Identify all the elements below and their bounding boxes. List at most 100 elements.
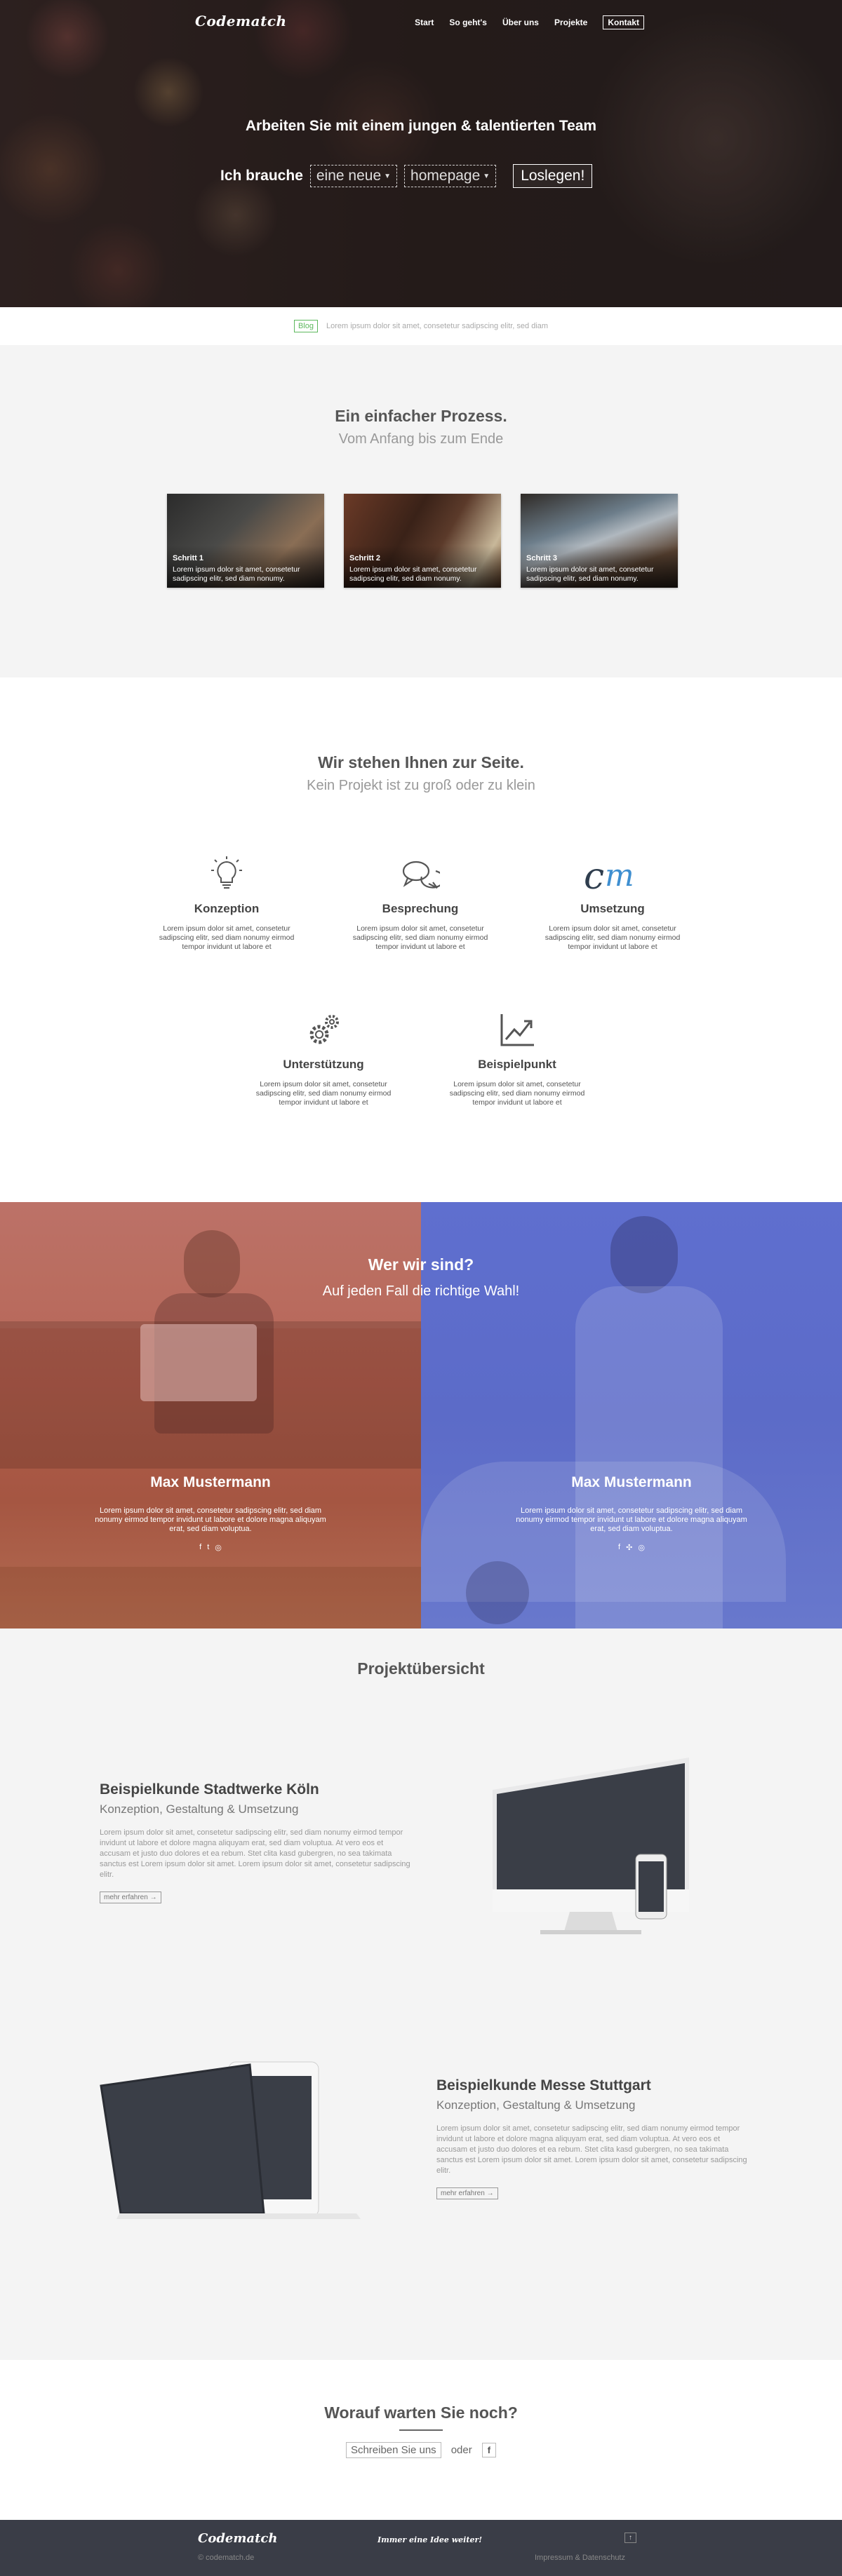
product-select[interactable]: homepage ▼ (404, 165, 497, 187)
service-item: Besprechung Lorem ipsum dolor sit amet, … (340, 854, 501, 952)
chat-bubbles-icon (340, 854, 501, 895)
services-subtitle: Kein Projekt ist zu groß oder zu klein (307, 778, 535, 793)
nav-so-gehts[interactable]: So geht's (449, 18, 487, 27)
service-title: Beispielpunkt (478, 1058, 556, 1071)
nav-kontakt[interactable]: Kontakt (603, 15, 644, 29)
divider (399, 2429, 443, 2431)
service-item: c m Umsetzung Lorem ipsum dolor sit amet… (532, 854, 693, 952)
footer-copyright: © codematch.de (198, 2554, 255, 2562)
service-text: Lorem ipsum dolor sit amet, consetetur s… (449, 1080, 585, 1107)
logo[interactable]: Codematch (195, 13, 287, 29)
facebook-icon[interactable]: f (199, 1543, 201, 1552)
desktop-phone-mockup (493, 1758, 689, 1934)
process-title: Ein einfacher Prozess. (335, 407, 507, 425)
dribbble-icon[interactable]: ◎ (638, 1543, 645, 1552)
contact-button[interactable]: Schreiben Sie uns (345, 2442, 441, 2458)
more-link[interactable]: mehr erfahren → (436, 2187, 498, 2199)
dribbble-icon[interactable]: ◎ (215, 1543, 222, 1552)
member-text: Lorem ipsum dolor sit amet, consetetur s… (95, 1506, 326, 1533)
service-title: Unterstützung (283, 1058, 364, 1071)
product-select-value: homepage (410, 168, 481, 184)
start-button[interactable]: Loslegen! (513, 164, 593, 188)
member-name: Max Mustermann (571, 1474, 692, 1490)
lightbulb-icon (146, 854, 307, 895)
project-subtitle: Konzeption, Gestaltung & Umsetzung (436, 2098, 636, 2112)
cta-or: oder (450, 2444, 472, 2456)
svg-text:m: m (605, 858, 634, 893)
cm-logo-icon: c m (532, 854, 693, 895)
cta-title: Worauf warten Sie noch? (324, 2403, 518, 2422)
xing-icon[interactable]: ✣ (626, 1543, 632, 1552)
service-text: Lorem ipsum dolor sit amet, consetetur s… (159, 924, 295, 951)
process-card[interactable]: Schritt 2 Lorem ipsum dolor sit amet, co… (344, 494, 501, 588)
chart-up-icon (436, 1010, 598, 1051)
service-item: Konzeption Lorem ipsum dolor sit amet, c… (146, 854, 307, 952)
hero-label: Ich brauche (220, 168, 303, 184)
member-text: Lorem ipsum dolor sit amet, consetetur s… (516, 1506, 747, 1533)
blog-teaser[interactable]: Lorem ipsum dolor sit amet, consetetur s… (326, 322, 548, 330)
service-title: Umsetzung (580, 902, 645, 915)
member-social: f t ◎ (0, 1543, 421, 1552)
card-text: Lorem ipsum dolor sit amet, consetetur s… (349, 565, 477, 583)
services-section: Wir stehen Ihnen zur Seite. Kein Projekt… (0, 677, 842, 1202)
project-title: Beispielkunde Stadtwerke Köln (100, 1781, 319, 1798)
footer-legal-link[interactable]: Impressum & Datenschutz (535, 2554, 625, 2562)
back-to-top-icon[interactable]: ↑ (624, 2533, 636, 2543)
project-text: Lorem ipsum dolor sit amet, consetetur s… (100, 1828, 410, 1879)
project-title: Beispielkunde Messe Stuttgart (436, 2077, 651, 2093)
project-subtitle: Konzeption, Gestaltung & Umsetzung (100, 1802, 299, 1816)
nav-projekte[interactable]: Projekte (554, 18, 587, 27)
more-link[interactable]: mehr erfahren → (100, 1891, 161, 1903)
gears-icon (243, 1010, 404, 1051)
footer-tagline: Immer eine Idee weiter! (377, 2535, 483, 2544)
service-title: Konzeption (194, 902, 260, 915)
hero-form: Ich brauche eine neue ▼ homepage ▼ Losle… (220, 164, 593, 188)
nav-start[interactable]: Start (415, 18, 434, 27)
hero-title: Arbeiten Sie mit einem jungen & talentie… (245, 118, 597, 134)
team-section: Wer wir sind? Auf jeden Fall die richtig… (0, 1202, 842, 1628)
process-section: Ein einfacher Prozess. Vom Anfang bis zu… (0, 345, 842, 677)
chevron-down-icon: ▼ (483, 172, 490, 180)
project-text: Lorem ipsum dolor sit amet, consetetur s… (436, 2124, 747, 2175)
team-title: Wer wir sind? (368, 1255, 474, 1274)
projects-section: Projektübersicht Beispielkunde Stadtwerk… (0, 1628, 842, 2360)
card-title: Schritt 2 (349, 554, 381, 562)
nav-ueber-uns[interactable]: Über uns (502, 18, 539, 27)
facebook-icon[interactable]: f (481, 2443, 497, 2457)
blog-strip: Blog Lorem ipsum dolor sit amet, consete… (0, 307, 842, 345)
project-item: Beispielkunde Stadtwerke Köln Konzeption… (100, 1781, 415, 1903)
hero-section: Codematch Start So geht's Über uns Proje… (0, 0, 842, 307)
service-item: Unterstützung Lorem ipsum dolor sit amet… (243, 1010, 404, 1107)
team-subtitle: Auf jeden Fall die richtige Wahl! (322, 1283, 520, 1299)
process-card[interactable]: Schritt 1 Lorem ipsum dolor sit amet, co… (167, 494, 324, 588)
cta-section: Worauf warten Sie noch? Schreiben Sie un… (0, 2360, 842, 2520)
chevron-down-icon: ▼ (384, 172, 392, 180)
blog-badge[interactable]: Blog (293, 320, 318, 332)
card-text: Lorem ipsum dolor sit amet, consetetur s… (526, 565, 654, 583)
laptop-tablet-mockup (100, 2061, 361, 2219)
service-text: Lorem ipsum dolor sit amet, consetetur s… (255, 1080, 392, 1107)
member-name: Max Mustermann (150, 1474, 271, 1490)
main-nav: Start So geht's Über uns Projekte Kontak… (415, 15, 644, 29)
services-title: Wir stehen Ihnen zur Seite. (318, 753, 524, 771)
footer: Codematch © codematch.de Immer eine Idee… (0, 2520, 842, 2576)
process-card[interactable]: Schritt 3 Lorem ipsum dolor sit amet, co… (521, 494, 678, 588)
card-text: Lorem ipsum dolor sit amet, consetetur s… (173, 565, 300, 583)
twitter-icon[interactable]: t (207, 1543, 209, 1552)
card-title: Schritt 3 (526, 554, 558, 562)
type-select-value: eine neue (316, 168, 382, 184)
type-select[interactable]: eine neue ▼ (309, 165, 398, 187)
member-social: f ✣ ◎ (421, 1543, 842, 1552)
card-title: Schritt 1 (173, 554, 204, 562)
process-subtitle: Vom Anfang bis zum Ende (338, 431, 504, 447)
footer-logo[interactable]: Codematch (198, 2531, 277, 2546)
person-head (610, 1216, 678, 1293)
projects-title: Projektübersicht (357, 1659, 485, 1678)
project-item: Beispielkunde Messe Stuttgart Konzeption… (436, 2077, 752, 2199)
service-item: Beispielpunkt Lorem ipsum dolor sit amet… (436, 1010, 598, 1107)
svg-text:c: c (584, 856, 604, 894)
laptop-shape (140, 1324, 257, 1401)
service-text: Lorem ipsum dolor sit amet, consetetur s… (352, 924, 488, 951)
facebook-icon[interactable]: f (618, 1543, 620, 1552)
service-title: Besprechung (382, 902, 459, 915)
